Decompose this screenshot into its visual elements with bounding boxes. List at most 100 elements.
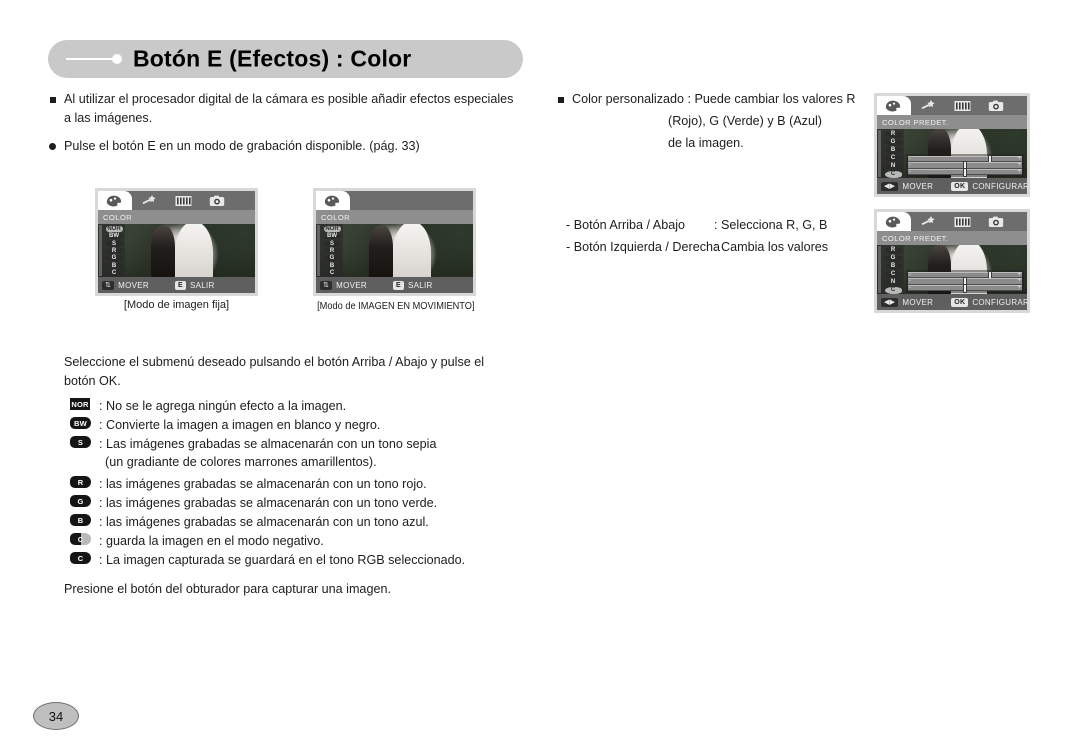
rgb-plus-icon[interactable]: +	[1017, 272, 1021, 278]
option-bw[interactable]: BW	[105, 232, 123, 240]
option-nor[interactable]: NOR	[323, 225, 341, 232]
right-bullet-line-2: (Rojo), G (Verde) y B (Azul)	[668, 114, 822, 128]
tab-color-palette-icon[interactable]	[316, 191, 350, 210]
tab-camera-icon[interactable]	[979, 212, 1013, 231]
tab-color-palette-icon[interactable]	[877, 96, 911, 115]
tab-camera-icon[interactable]	[200, 191, 234, 210]
right-bullet-line-1: Color personalizado : Puede cambiar los …	[572, 92, 856, 106]
lcd-tab-strip-still	[98, 191, 255, 210]
tab-wand-icon[interactable]	[132, 191, 166, 210]
tab-wand-icon[interactable]	[911, 212, 945, 231]
tab-camera-icon[interactable]	[979, 96, 1013, 115]
rgb-plus-icon[interactable]: +	[1017, 278, 1021, 284]
option-green[interactable]: G	[105, 255, 123, 262]
option-blue[interactable]: B	[323, 262, 341, 270]
bar-label-salir: SALIR	[190, 280, 215, 290]
option-blue[interactable]: B	[105, 262, 123, 270]
effect-icon-sepia: S	[70, 436, 91, 448]
legend-text-negative: : guarda la imagen en el modo negativo.	[99, 534, 324, 548]
legend-text-nor: : No se le agrega ningún efecto a la ima…	[99, 399, 347, 413]
tab-film-strip-icon[interactable]	[945, 212, 979, 231]
lcd-option-column-custom-still: R G B C N C	[877, 129, 904, 178]
lcd-inner-still: COLOR NOR BW S R G B C ⇅ MOVER E SALIR	[98, 191, 255, 293]
rgb-slider-blue[interactable]: - +	[908, 283, 1022, 293]
option-red[interactable]: R	[323, 247, 341, 255]
page-number-badge: 34	[33, 702, 79, 730]
rgb-minus-icon[interactable]: -	[909, 285, 911, 291]
option-custom[interactable]: C	[323, 270, 341, 277]
bullet-round-1	[49, 143, 56, 150]
rgb-knob-blue[interactable]	[962, 167, 967, 177]
rgb-minus-icon[interactable]: -	[909, 156, 911, 162]
option-negative[interactable]: N	[884, 278, 902, 286]
lcd-tab-strip-custom-movie	[877, 212, 1027, 231]
rgb-plus-icon[interactable]: +	[1017, 285, 1021, 291]
effect-icon-red: R	[70, 476, 91, 488]
effect-icon-negative: C	[70, 533, 91, 545]
option-red[interactable]: R	[884, 246, 902, 254]
rgb-minus-icon[interactable]: -	[909, 169, 911, 175]
rgb-plus-icon[interactable]: +	[1017, 156, 1021, 162]
scroll-rail[interactable]	[317, 225, 320, 276]
lcd-option-column-still: NOR BW S R G B C	[98, 224, 125, 277]
option-green[interactable]: G	[884, 254, 902, 262]
lcd-menu-title-movie: COLOR	[316, 210, 473, 224]
rgb-plus-icon[interactable]: +	[1017, 162, 1021, 168]
rgb-minus-icon[interactable]: -	[909, 162, 911, 168]
lcd-caption-still: [Modo de imagen fija]	[123, 299, 230, 311]
tab-wand-icon[interactable]	[911, 96, 945, 115]
bar-key-e[interactable]: E	[175, 280, 186, 290]
rgb-slider-blue[interactable]: - +	[908, 167, 1022, 177]
option-red[interactable]: R	[105, 247, 123, 255]
bar-key-e[interactable]: E	[393, 280, 404, 290]
option-sepia[interactable]: S	[323, 240, 341, 247]
lcd-screen-still-image-mode: COLOR NOR BW S R G B C ⇅ MOVER E SALIR	[95, 188, 258, 296]
lcd-menu-title-still: COLOR	[98, 210, 255, 224]
tab-film-strip-icon[interactable]	[945, 96, 979, 115]
lcd-menu-title-custom-still: COLOR PREDET.	[877, 115, 1027, 129]
bar-key-ok[interactable]: OK	[951, 297, 969, 307]
rgb-minus-icon[interactable]: -	[909, 278, 911, 284]
lcd-bottom-bar-custom-still: ◀▶ MOVER OK CONFIGURAR	[877, 178, 1027, 194]
key-hint-1-key: - Botón Arriba / Abajo	[566, 218, 686, 232]
option-nor[interactable]: NOR	[105, 225, 123, 232]
tab-color-palette-icon[interactable]	[98, 191, 132, 210]
option-blue[interactable]: B	[884, 146, 902, 154]
option-blue[interactable]: B	[884, 262, 902, 270]
bar-key-move-icon[interactable]: ◀▶	[881, 297, 899, 307]
effect-icon-custom-rgb: C	[70, 552, 91, 564]
option-custom[interactable]: C	[105, 270, 123, 277]
rgb-plus-icon[interactable]: +	[1017, 169, 1021, 175]
right-bullet-line-3: de la imagen.	[668, 136, 744, 150]
tab-film-strip-icon[interactable]	[166, 191, 200, 210]
scroll-rail[interactable]	[99, 225, 102, 276]
scroll-rail[interactable]	[878, 130, 881, 177]
rgb-minus-icon[interactable]: -	[909, 272, 911, 278]
tab-color-palette-icon[interactable]	[877, 212, 911, 231]
page-title-banner: Botón E (Efectos) : Color	[48, 40, 523, 78]
legend-text-bw: : Convierte la imagen a imagen en blanco…	[99, 418, 381, 432]
lcd-tab-strip-movie	[316, 191, 473, 210]
lcd-bottom-bar-still: ⇅ MOVER E SALIR	[98, 277, 255, 293]
option-negative[interactable]: N	[884, 162, 902, 170]
legend-text-green: : las imágenes grabadas se almacenarán c…	[99, 496, 438, 510]
bar-key-ok[interactable]: OK	[951, 181, 969, 191]
option-custom-rgb[interactable]: C	[884, 170, 902, 178]
scroll-rail[interactable]	[878, 246, 881, 293]
option-custom-rgb[interactable]: C	[884, 286, 902, 294]
bar-key-move-icon[interactable]: ⇅	[320, 280, 333, 290]
rgb-sliders-custom-movie: - + - + - +	[906, 270, 1024, 293]
option-green[interactable]: G	[884, 138, 902, 146]
option-c1[interactable]: C	[884, 270, 902, 278]
effect-icon-bw: BW	[70, 417, 91, 429]
option-sepia[interactable]: S	[105, 240, 123, 247]
option-bw[interactable]: BW	[323, 232, 341, 240]
bar-key-move-icon[interactable]: ◀▶	[881, 181, 899, 191]
option-c1[interactable]: C	[884, 154, 902, 162]
option-green[interactable]: G	[323, 255, 341, 262]
rgb-knob-blue[interactable]	[962, 283, 967, 293]
bar-key-move-icon[interactable]: ⇅	[102, 280, 115, 290]
legend-text-red: : las imágenes grabadas se almacenarán c…	[99, 477, 427, 491]
bar-label-configurar: CONFIGURAR	[972, 297, 1027, 307]
option-red[interactable]: R	[884, 130, 902, 138]
